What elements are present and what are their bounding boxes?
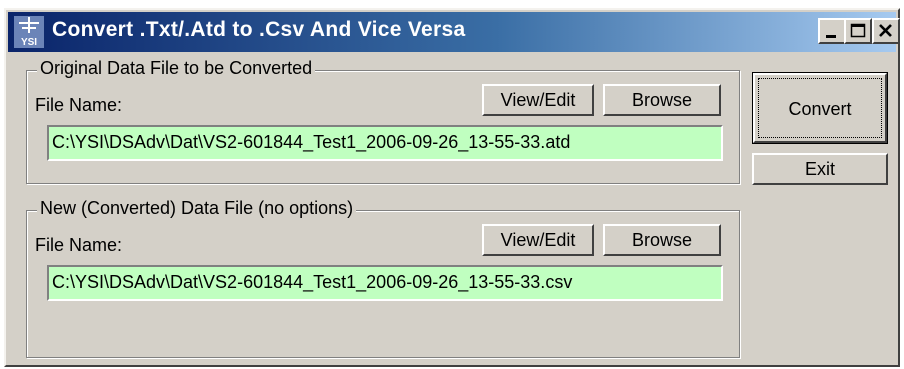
ysi-app-icon: YSI (14, 16, 44, 48)
original-view-edit-button[interactable]: View/Edit (482, 84, 594, 116)
exit-button[interactable]: Exit (752, 153, 888, 185)
new-file-group: New (Converted) Data File (no options) F… (26, 198, 740, 358)
converter-window: YSI Convert .Txt/.Atd to .Csv And Vice V… (4, 8, 900, 367)
new-file-label: File Name: (35, 235, 123, 255)
new-browse-button[interactable]: Browse (603, 224, 721, 256)
close-icon (879, 24, 892, 37)
new-group-legend: New (Converted) Data File (no options) (37, 198, 357, 219)
original-file-label: File Name: (35, 95, 123, 115)
app-icon-text: YSI (21, 37, 37, 48)
new-file-name-field[interactable]: C:\YSI\DSAdv\Dat\VS2-601844_Test1_2006-0… (47, 265, 723, 301)
original-browse-button[interactable]: Browse (603, 84, 721, 116)
minimize-button[interactable] (818, 18, 846, 44)
maximize-icon (850, 23, 866, 38)
original-group-legend: Original Data File to be Converted (37, 58, 316, 79)
convert-button[interactable]: Convert (752, 72, 888, 144)
close-button[interactable] (872, 18, 900, 44)
maximize-button[interactable] (844, 18, 872, 44)
original-file-name-field[interactable]: C:\YSI\DSAdv\Dat\VS2-601844_Test1_2006-0… (47, 125, 723, 161)
original-file-group: Original Data File to be Converted File … (26, 58, 740, 184)
convert-button-label: Convert (788, 99, 852, 119)
title-bar[interactable]: YSI Convert .Txt/.Atd to .Csv And Vice V… (8, 12, 900, 52)
new-view-edit-button[interactable]: View/Edit (482, 224, 594, 256)
minimize-icon (826, 35, 836, 38)
window-title: Convert .Txt/.Atd to .Csv And Vice Versa (52, 18, 466, 41)
